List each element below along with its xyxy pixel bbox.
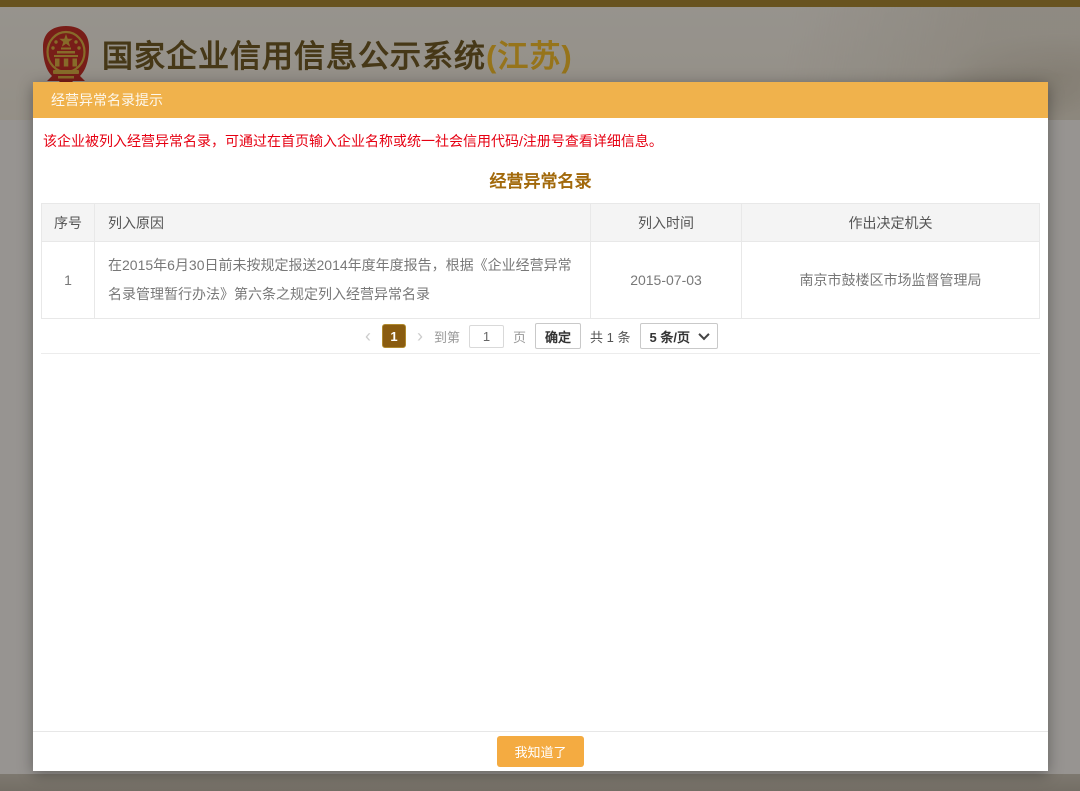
goto-page-label: 到第 [434, 327, 460, 346]
row-authority-cell: 南京市鼓楼区市场监督管理局 [742, 242, 1040, 319]
modal-title: 经营异常名录提示 [33, 82, 1048, 118]
page-number-input[interactable] [469, 325, 504, 348]
current-page-button[interactable]: 1 [382, 324, 406, 348]
section-title: 经营异常名录 [41, 167, 1040, 192]
abnormal-list-table: 序号 列入原因 列入时间 作出决定机关 1 在2015年6月30日前未按规定报送… [41, 203, 1040, 319]
row-index-cell: 1 [42, 242, 95, 319]
total-count-label: 共 1 条 [590, 327, 630, 346]
page-unit-label: 页 [513, 327, 526, 346]
column-header-reason: 列入原因 [95, 204, 591, 242]
page-size-value: 5 条/页 [650, 327, 690, 346]
pagination-bar: ‹ 1 › 到第 页 确定 共 1 条 5 条/页 [41, 319, 1040, 354]
goto-confirm-button[interactable]: 确定 [535, 323, 581, 349]
chevron-right-icon[interactable]: › [415, 327, 425, 345]
table-row: 1 在2015年6月30日前未按规定报送2014年度年度报告，根据《企业经营异常… [42, 242, 1040, 319]
warning-text: 该企业被列入经营异常名录，可通过在首页输入企业名称或统一社会信用代码/注册号查看… [41, 131, 1040, 151]
chevron-down-icon [698, 329, 709, 340]
page-size-select[interactable]: 5 条/页 [640, 323, 718, 349]
row-reason-cell: 在2015年6月30日前未按规定报送2014年度年度报告，根据《企业经营异常名录… [95, 242, 591, 319]
row-date-cell: 2015-07-03 [591, 242, 742, 319]
acknowledge-button[interactable]: 我知道了 [497, 736, 583, 767]
table-header-row: 序号 列入原因 列入时间 作出决定机关 [42, 204, 1040, 242]
abnormal-operations-modal: 经营异常名录提示 该企业被列入经营异常名录，可通过在首页输入企业名称或统一社会信… [33, 82, 1048, 771]
modal-footer: 我知道了 [33, 731, 1048, 771]
column-header-index: 序号 [42, 204, 95, 242]
column-header-authority: 作出决定机关 [742, 204, 1040, 242]
column-header-date: 列入时间 [591, 204, 742, 242]
chevron-left-icon[interactable]: ‹ [363, 327, 373, 345]
modal-body: 该企业被列入经营异常名录，可通过在首页输入企业名称或统一社会信用代码/注册号查看… [33, 131, 1048, 354]
